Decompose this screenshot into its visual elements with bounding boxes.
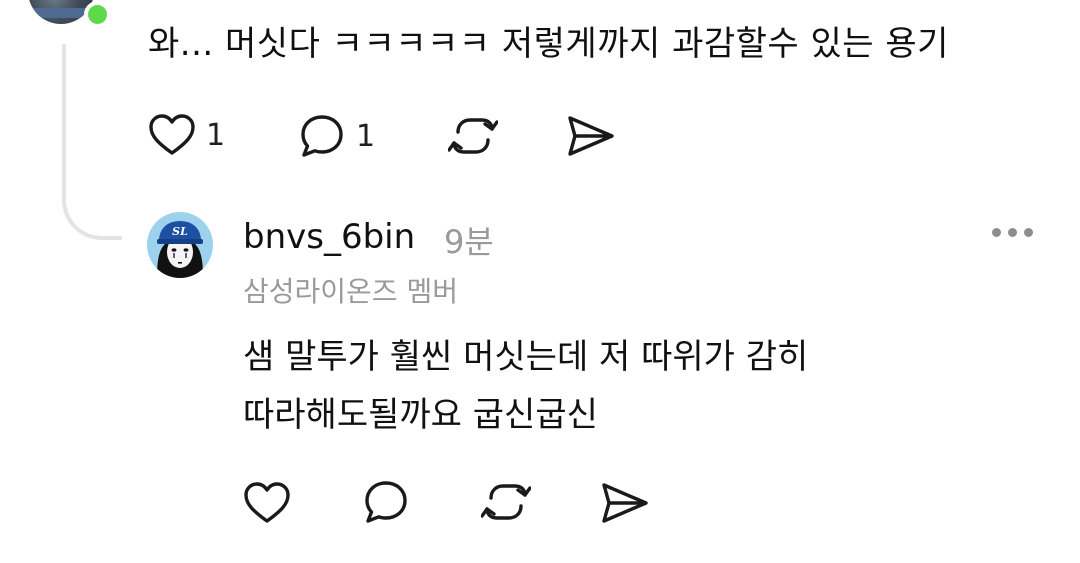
reply-button[interactable]: 1 <box>298 112 375 160</box>
more-dot <box>992 228 1001 237</box>
reply-text: 샘 말투가 훨씬 머싯는데 저 따위가 감히 따라해도될까요 굽신굽신 <box>243 328 943 444</box>
reply-repost-button[interactable] <box>481 478 531 526</box>
thread-connector-line <box>62 44 122 240</box>
membership-badge: 삼성라이온즈 멤버 <box>243 275 458 308</box>
avatar-cap-logo: SL <box>172 225 188 238</box>
reply-text-line: 샘 말투가 훨씬 머싯는데 저 따위가 감히 <box>243 337 809 377</box>
reply-comment-button[interactable] <box>362 478 410 526</box>
more-dot <box>1008 228 1017 237</box>
reply-text-line: 따라해도될까요 굽신굽신 <box>243 395 598 435</box>
repost-button[interactable] <box>448 112 498 160</box>
repost-icon <box>481 484 531 520</box>
parent-comment-text: 와... 머싯다 ㅋㅋㅋㅋㅋ 저렇게까지 과감할수 있는 용기 <box>148 24 949 64</box>
reply-share-button[interactable] <box>600 480 650 526</box>
reply-like-button[interactable] <box>243 481 291 525</box>
heart-icon <box>244 482 290 523</box>
reply-username[interactable]: bnvs_6bin <box>243 217 415 257</box>
send-icon <box>602 483 648 523</box>
repost-icon <box>448 118 498 154</box>
like-count: 1 <box>206 117 226 153</box>
like-button[interactable]: 1 <box>148 113 225 157</box>
comment-bubble-icon <box>365 481 407 523</box>
more-dot <box>1024 228 1033 237</box>
share-button[interactable] <box>566 113 616 159</box>
send-icon <box>568 116 614 156</box>
reply-avatar[interactable] <box>147 212 213 278</box>
online-status-dot <box>84 1 111 28</box>
heart-icon <box>149 114 195 155</box>
reply-count: 1 <box>356 118 376 154</box>
reply-timestamp: 9분 <box>444 223 494 261</box>
comment-bubble-icon <box>301 115 343 157</box>
more-options-button[interactable] <box>992 228 1033 237</box>
avatar-illustration <box>157 221 203 278</box>
